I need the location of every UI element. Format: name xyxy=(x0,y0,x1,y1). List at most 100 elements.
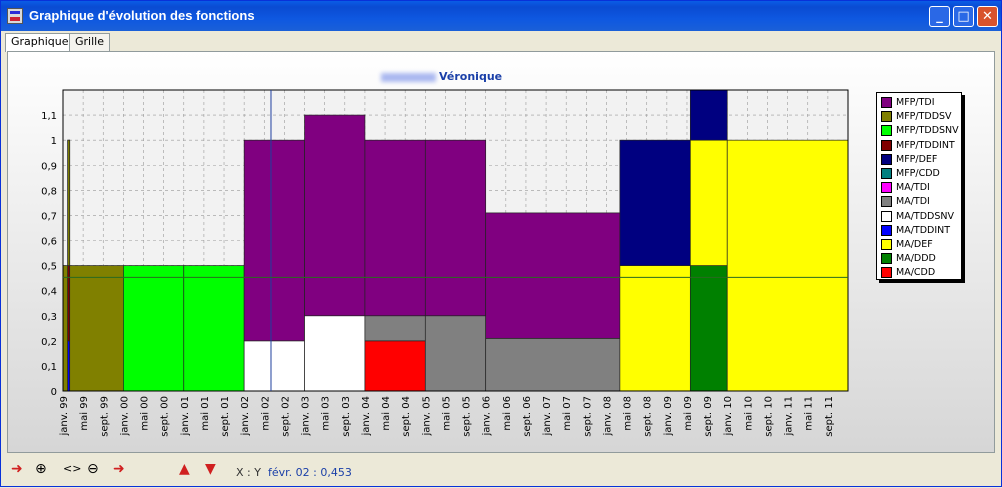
xy-label: X : Y xyxy=(236,466,261,479)
x-tick-label: sept. 09 xyxy=(703,396,714,437)
legend-swatch xyxy=(881,153,892,165)
legend-item: MFP/TDI xyxy=(881,96,935,109)
x-tick-label: mai 00 xyxy=(140,396,151,431)
area-segment xyxy=(485,212,621,339)
legend-swatch xyxy=(881,196,892,208)
area-segment xyxy=(726,139,849,392)
legend-item: MA/DDD xyxy=(881,252,936,265)
area-segment xyxy=(619,265,691,392)
x-tick-label: janv. 99 xyxy=(59,396,70,436)
y-tick-label: 0,9 xyxy=(41,161,57,172)
x-tick-label: mai 05 xyxy=(441,396,452,431)
area-segment xyxy=(62,265,69,392)
legend-label: MA/DDD xyxy=(896,253,936,265)
right-arrow-icon[interactable]: ➜ xyxy=(113,462,125,476)
y-tick-label: 0,4 xyxy=(41,287,57,298)
legend-item: MA/TDI xyxy=(881,195,930,208)
bottom-toolbar: ➜ ⊕ <> ⊖ ➜ ▲ ▼ X : Y févr. 02 : 0,453 xyxy=(1,454,1001,486)
legend-item: MFP/TDDINT xyxy=(881,139,955,152)
legend-label: MFP/TDI xyxy=(896,97,935,108)
x-tick-label: janv. 08 xyxy=(602,396,613,436)
area-segment xyxy=(243,139,272,342)
x-tick-label: sept. 05 xyxy=(462,396,473,437)
legend-label: MFP/TDDINT xyxy=(896,139,955,151)
x-tick-label: mai 08 xyxy=(623,396,634,431)
legend-swatch xyxy=(881,210,892,222)
area-segment xyxy=(123,265,185,392)
x-tick-label: janv. 00 xyxy=(119,396,130,436)
x-tick-label: mai 10 xyxy=(743,396,754,431)
area-segment xyxy=(304,114,366,317)
x-tick-label: sept. 04 xyxy=(401,396,412,437)
legend-label: MFP/TDDSNV xyxy=(896,125,959,137)
area-segment xyxy=(424,139,487,317)
zoom-out-icon[interactable]: ⊖ xyxy=(87,462,99,476)
x-tick-label: sept. 02 xyxy=(280,396,291,437)
legend-swatch xyxy=(881,111,892,123)
area-segment xyxy=(69,265,124,392)
area-segment xyxy=(243,340,272,392)
area-segment xyxy=(270,139,305,342)
legend-label: MA/TDI xyxy=(896,196,930,208)
area-segment xyxy=(485,337,621,392)
y-tick-label: 0 xyxy=(51,387,57,398)
x-tick-label: janv. 07 xyxy=(542,396,553,436)
x-tick-label: sept. 00 xyxy=(160,396,171,437)
legend-label: MA/DEF xyxy=(896,239,933,250)
x-tick-label: janv. 03 xyxy=(301,396,312,436)
area-segment xyxy=(424,315,487,392)
x-tick-label: mai 09 xyxy=(683,396,694,431)
down-arrow-icon[interactable]: ▼ xyxy=(205,462,216,476)
x-tick-label: mai 07 xyxy=(562,396,573,431)
legend-item: MA/DEF xyxy=(881,238,933,251)
x-tick-label: mai 11 xyxy=(804,396,815,431)
zoom-in-icon[interactable]: ⊕ xyxy=(35,462,47,476)
area-segment xyxy=(689,265,728,392)
xy-readout: X : Y févr. 02 : 0,453 xyxy=(236,466,352,479)
x-tick-label: sept. 11 xyxy=(824,396,835,437)
legend-swatch xyxy=(881,267,892,279)
legend-swatch xyxy=(881,97,892,108)
area-segment xyxy=(364,340,426,392)
area-segment xyxy=(619,139,691,266)
legend-item: MFP/DEF xyxy=(881,153,937,166)
area-segment xyxy=(689,89,728,141)
x-tick-label: mai 01 xyxy=(200,396,211,431)
area-segment xyxy=(364,315,426,342)
area-segment xyxy=(183,265,245,392)
legend-label: MA/TDI xyxy=(896,182,930,194)
legend-label: MA/TDDSNV xyxy=(896,210,954,222)
chart-svg[interactable]: 0 0,1 0,2 0,3 0,4 0,5 0,6 0,7 0,8 0,9 1 1,1 janv. 99… xyxy=(1,1,1002,488)
x-tick-label: mai 04 xyxy=(381,396,392,431)
legend-item: MFP/TDDSNV xyxy=(881,124,959,137)
x-tick-label: sept. 01 xyxy=(220,396,231,437)
legend-label: MFP/TDDSV xyxy=(896,111,952,123)
up-arrow-icon[interactable]: ▲ xyxy=(179,462,190,476)
legend-swatch xyxy=(881,182,892,194)
legend-item: MA/CDD xyxy=(881,266,935,279)
y-tick-label: 0,3 xyxy=(41,312,57,323)
legend-item: MA/TDI xyxy=(881,181,930,194)
x-tick-label: sept. 99 xyxy=(99,396,110,437)
x-tick-label: sept. 07 xyxy=(582,396,593,437)
x-tick-label: janv. 09 xyxy=(663,396,674,436)
y-tick-label: 0,1 xyxy=(41,362,57,373)
fit-icon[interactable]: <> xyxy=(63,462,81,476)
x-tick-label: sept. 03 xyxy=(341,396,352,437)
y-tick-label: 0,2 xyxy=(41,337,57,348)
x-tick-label: janv. 11 xyxy=(784,396,795,436)
area-spike xyxy=(67,139,71,266)
x-tick-label: sept. 06 xyxy=(522,396,533,437)
legend-swatch xyxy=(881,168,892,179)
legend-swatch xyxy=(881,224,892,236)
legend-swatch xyxy=(881,125,892,137)
y-tick-label: 0,8 xyxy=(41,186,57,197)
x-tick-label: mai 99 xyxy=(79,396,90,431)
legend-item: MFP/CDD xyxy=(881,167,940,180)
left-arrow-icon[interactable]: ➜ xyxy=(11,462,23,476)
legend-swatch xyxy=(881,239,892,250)
x-tick-label: janv. 01 xyxy=(180,396,191,436)
legend-item: MA/TDDINT xyxy=(881,224,950,237)
legend-swatch xyxy=(881,139,892,151)
legend-label: MFP/CDD xyxy=(896,168,940,179)
